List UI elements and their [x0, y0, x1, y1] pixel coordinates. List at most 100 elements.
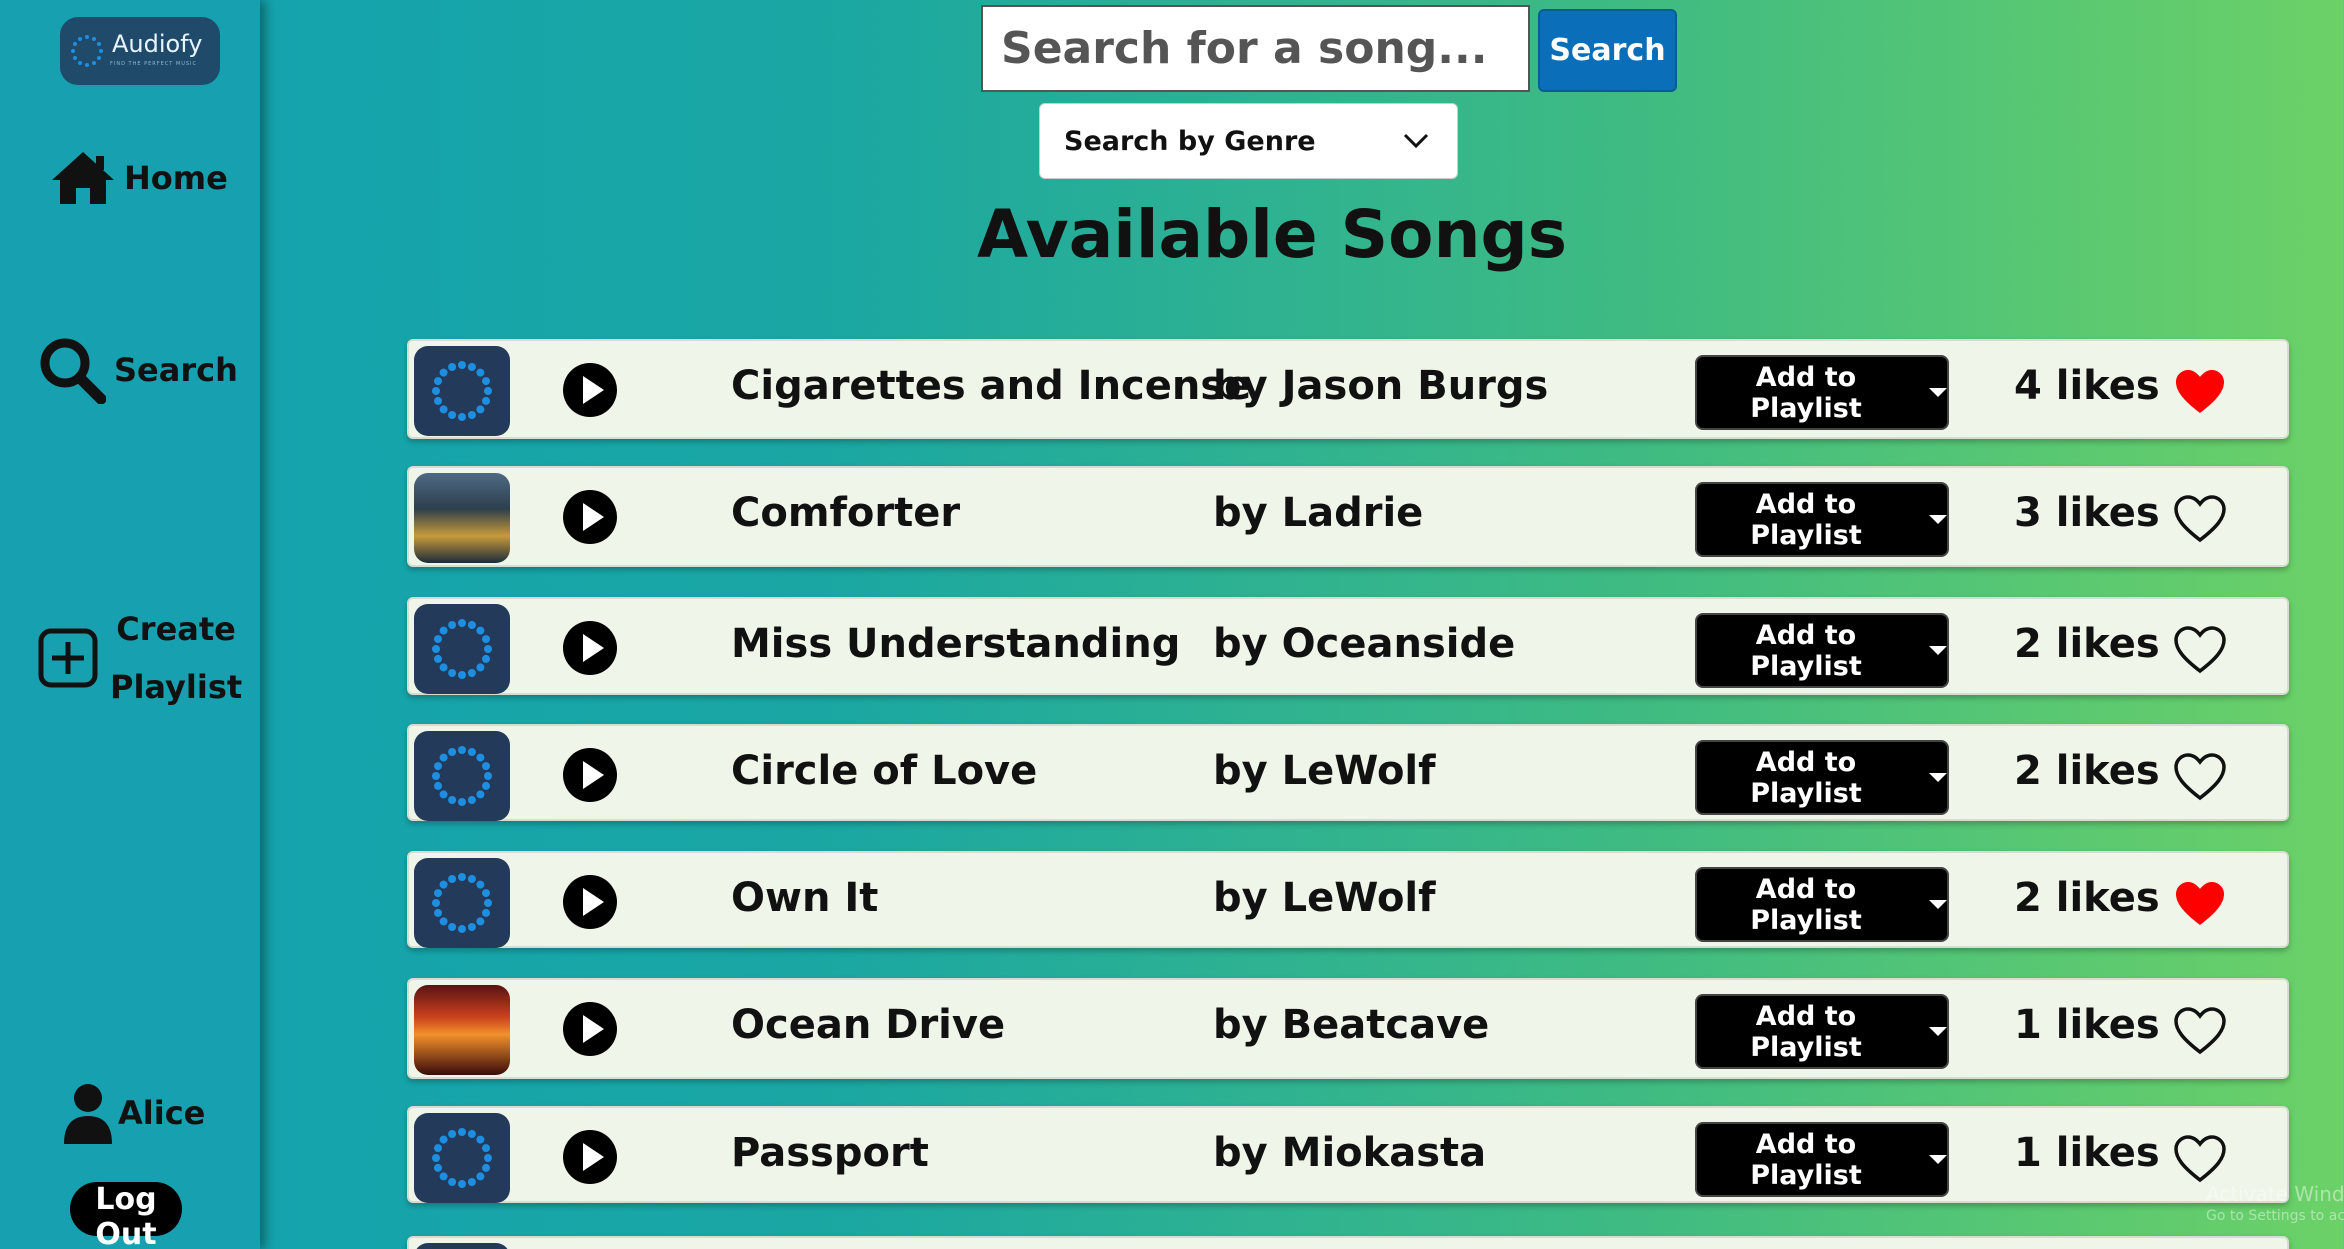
add-to-playlist-button[interactable]: Add to Playlist [1695, 482, 1949, 557]
song-row: Passport by Miokasta Add to Playlist 1 like… [407, 1106, 2289, 1203]
song-row: Circle of Love by LeWolf Add to Playlist 2 … [407, 724, 2289, 821]
song-artist: by LeWolf [1213, 875, 1436, 921]
logo-ring-icon [71, 35, 103, 67]
song-title: Ocean Drive [731, 1002, 1006, 1048]
add-to-playlist-label: Add to Playlist [1750, 873, 1862, 936]
play-icon[interactable] [562, 874, 618, 930]
default-art-icon [432, 361, 492, 421]
album-art [414, 985, 510, 1075]
song-artist: by Ladrie [1213, 490, 1424, 536]
watermark-line2: Go to Settings to activate Windows. [2206, 1208, 2344, 1224]
caret-down-icon [1929, 515, 1947, 524]
genre-select[interactable]: Search by Genre [1039, 103, 1458, 179]
plus-square-icon [38, 628, 98, 688]
like-count: 3 likes [2014, 490, 2160, 536]
album-art [414, 346, 510, 436]
play-icon[interactable] [562, 1001, 618, 1057]
add-to-playlist-label: Add to Playlist [1750, 1128, 1862, 1191]
nav-home-label: Home [124, 159, 228, 197]
heart-filled-icon[interactable] [2173, 367, 2227, 417]
album-art [414, 858, 510, 948]
song-title: Cigarettes and Incense [731, 363, 1252, 409]
app-logo[interactable]: Audiofy FIND THE PERFECT MUSIC [60, 17, 220, 85]
add-to-playlist-label: Add to Playlist [1750, 488, 1862, 551]
heart-filled-icon[interactable] [2173, 879, 2227, 929]
nav-create-playlist[interactable]: Create Playlist [38, 600, 242, 716]
add-to-playlist-button[interactable]: Add to Playlist [1695, 867, 1949, 942]
chevron-down-icon [1403, 133, 1429, 149]
album-art [414, 731, 510, 821]
song-artist: by Miokasta [1213, 1130, 1487, 1176]
song-row: Cigarettes and Incense by Jason Burgs Add … [407, 339, 2289, 439]
user-icon [64, 1084, 112, 1144]
add-to-playlist-button[interactable]: Add to Playlist [1695, 613, 1949, 688]
default-art-icon [432, 619, 492, 679]
caret-down-icon [1929, 1027, 1947, 1036]
add-to-playlist-label: Add to Playlist [1750, 746, 1862, 809]
song-row: Ocean Drive by Beatcave Add to Playlist 1 l… [407, 978, 2289, 1079]
song-title: Circle of Love [731, 748, 1038, 794]
song-row: Miss Understanding by Oceanside Add to Pla… [407, 597, 2289, 695]
user-profile[interactable]: Alice [62, 1082, 205, 1144]
genre-select-label: Search by Genre [1064, 125, 1316, 157]
song-title: Comforter [731, 490, 961, 536]
nav-search[interactable]: Search [38, 336, 238, 404]
nav-create-line2: Playlist [110, 668, 243, 706]
play-icon[interactable] [562, 747, 618, 803]
nav-home[interactable]: Home [50, 150, 228, 206]
logo-tagline: FIND THE PERFECT MUSIC [110, 61, 198, 67]
caret-down-icon [1929, 646, 1947, 655]
like-count: 2 likes [2014, 748, 2160, 794]
song-artist: by Oceanside [1213, 621, 1516, 667]
heart-outline-icon[interactable] [2173, 1006, 2227, 1056]
play-icon[interactable] [562, 1129, 618, 1185]
song-row-partial [407, 1236, 2289, 1249]
add-to-playlist-label: Add to Playlist [1750, 361, 1862, 424]
watermark-line1: Activate Windows [2206, 1182, 2344, 1206]
like-count: 2 likes [2014, 621, 2160, 667]
caret-down-icon [1929, 773, 1947, 782]
logo-text: Audiofy [112, 30, 203, 58]
nav-create-label: Create Playlist [110, 600, 242, 716]
album-art [414, 1243, 510, 1249]
heart-outline-icon[interactable] [2173, 1134, 2227, 1184]
nav-create-line1: Create [116, 610, 236, 648]
heart-outline-icon[interactable] [2173, 625, 2227, 675]
like-count: 2 likes [2014, 875, 2160, 921]
caret-down-icon [1929, 1155, 1947, 1164]
add-to-playlist-button[interactable]: Add to Playlist [1695, 355, 1949, 430]
song-row: Own It by LeWolf Add to Playlist 2 likes [407, 851, 2289, 948]
song-artist: by LeWolf [1213, 748, 1436, 794]
song-artist: by Jason Burgs [1213, 363, 1549, 409]
song-artist: by Beatcave [1213, 1002, 1490, 1048]
add-to-playlist-button[interactable]: Add to Playlist [1695, 740, 1949, 815]
heart-outline-icon[interactable] [2173, 494, 2227, 544]
like-count: 1 likes [2014, 1002, 2160, 1048]
like-count: 4 likes [2014, 363, 2160, 409]
default-art-icon [432, 1128, 492, 1188]
default-art-icon [432, 873, 492, 933]
song-title: Passport [731, 1130, 929, 1176]
add-to-playlist-label: Add to Playlist [1750, 619, 1862, 682]
home-icon [52, 152, 114, 204]
play-icon[interactable] [562, 489, 618, 545]
album-art [414, 604, 510, 694]
search-icon [40, 338, 106, 404]
caret-down-icon [1929, 388, 1947, 397]
search-input[interactable] [981, 5, 1530, 92]
play-icon[interactable] [562, 362, 618, 418]
song-title: Own It [731, 875, 879, 921]
search-button[interactable]: Search [1538, 9, 1677, 92]
add-to-playlist-label: Add to Playlist [1750, 1000, 1862, 1063]
page-title: Available Songs [976, 196, 1568, 273]
album-art [414, 1113, 510, 1203]
album-art [414, 473, 510, 563]
add-to-playlist-button[interactable]: Add to Playlist [1695, 1122, 1949, 1197]
default-art-icon [432, 746, 492, 806]
heart-outline-icon[interactable] [2173, 752, 2227, 802]
logout-button[interactable]: Log Out [70, 1182, 182, 1249]
play-icon[interactable] [562, 620, 618, 676]
caret-down-icon [1929, 900, 1947, 909]
like-count: 1 likes [2014, 1130, 2160, 1176]
add-to-playlist-button[interactable]: Add to Playlist [1695, 994, 1949, 1069]
